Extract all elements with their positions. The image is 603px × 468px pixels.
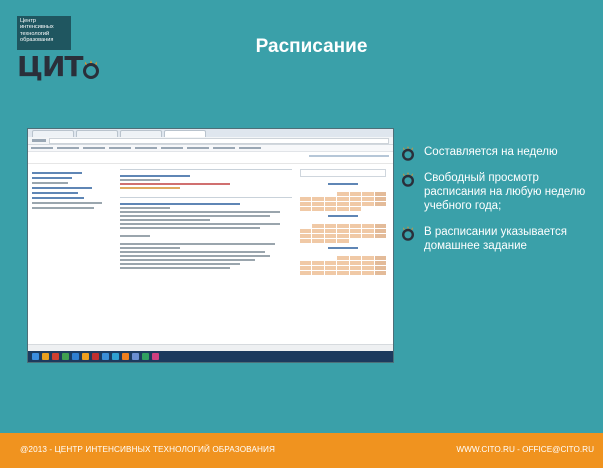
portal-calendar [300, 169, 386, 279]
bullet-item: Составляется на неделю [398, 145, 598, 161]
bullet-text: Свободный просмотр расписания на любую н… [424, 172, 586, 212]
bullet-text: В расписании указывается домашнее задани… [424, 226, 567, 252]
windows-taskbar [28, 351, 393, 362]
browser-tabs [28, 129, 393, 137]
portal-nav [32, 169, 112, 212]
footer-website: WWW.CITO.RU - OFFICE@CITO.RU [456, 445, 594, 454]
bullet-item: Свободный просмотр расписания на любую н… [398, 171, 598, 213]
portal-screenshot [27, 128, 394, 363]
sun-o-icon [83, 60, 99, 79]
sun-bullet-icon [402, 172, 414, 187]
portal-header [28, 152, 393, 164]
footer-bar: @2013 - ЦЕНТР ИНТЕНСИВНЫХ ТЕХНОЛОГИЙ ОБР… [0, 433, 603, 468]
bullet-list: Составляется на неделю Свободный просмот… [398, 145, 598, 263]
bullet-item: В расписании указывается домашнее задани… [398, 225, 598, 253]
portal-status-bar [28, 344, 393, 351]
portal-schedule-content [120, 169, 292, 277]
bullet-text: Составляется на неделю [424, 146, 558, 158]
bookmarks-bar [28, 145, 393, 152]
sun-bullet-icon [402, 226, 414, 241]
sun-bullet-icon [402, 146, 414, 161]
footer-copyright: @2013 - ЦЕНТР ИНТЕНСИВНЫХ ТЕХНОЛОГИЙ ОБР… [20, 445, 276, 454]
slide-title: Расписание [255, 36, 368, 57]
browser-address-bar [28, 137, 393, 145]
